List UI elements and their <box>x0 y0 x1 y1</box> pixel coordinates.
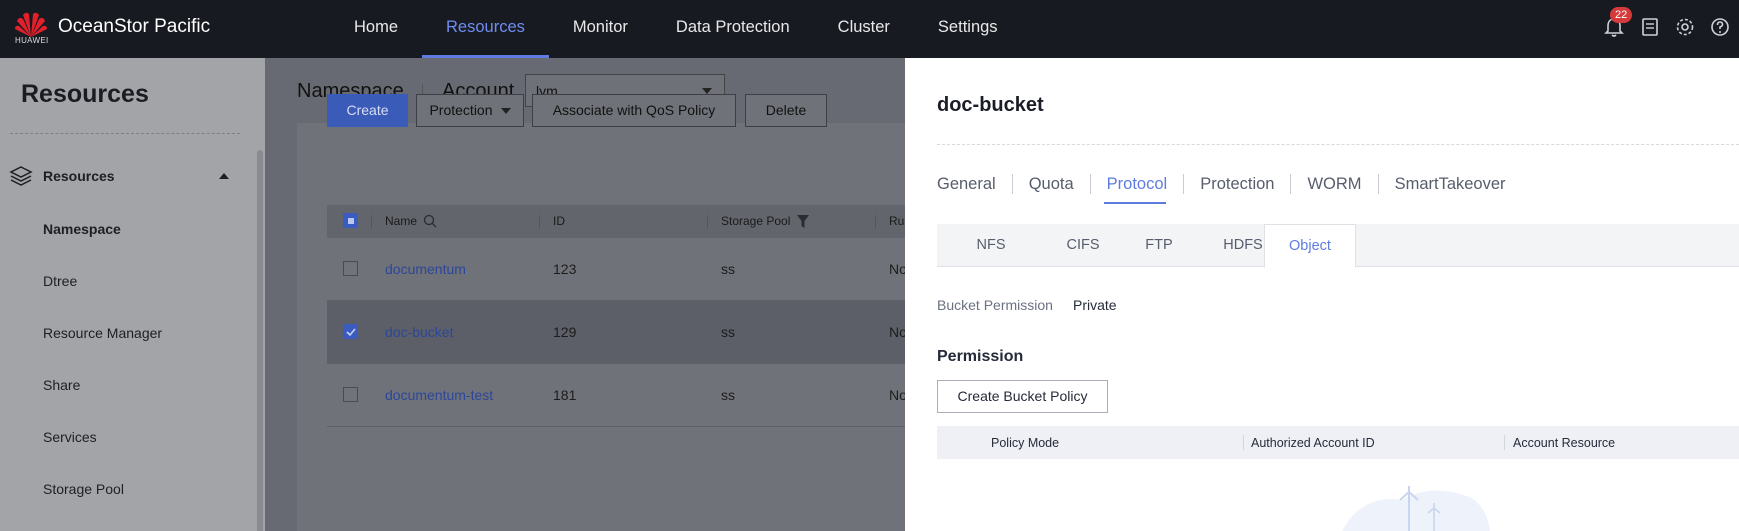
row-storage-pool: ss <box>721 324 735 340</box>
table-header: Name ID Storage Pool Ru <box>327 205 907 238</box>
detail-drawer: doc-bucket General Quota Protocol Protec… <box>905 58 1739 531</box>
chevron-down-icon <box>500 108 511 115</box>
column-separator <box>875 215 876 229</box>
column-separator <box>707 215 708 229</box>
app-title: OceanStor Pacific <box>58 16 211 37</box>
column-account-resource[interactable]: Account Resource <box>1513 436 1615 450</box>
delete-button[interactable]: Delete <box>745 94 827 127</box>
sidebar-divider <box>10 133 240 134</box>
row-checkbox[interactable] <box>343 261 358 276</box>
filter-icon[interactable] <box>797 215 809 228</box>
gear-icon[interactable] <box>1674 16 1696 38</box>
row-id: 129 <box>553 324 577 340</box>
protocol-tab-nfs[interactable]: NFS <box>937 224 1045 267</box>
row-storage-pool: ss <box>721 387 735 403</box>
associate-qos-button[interactable]: Associate with QoS Policy <box>532 94 736 127</box>
row-name-link[interactable]: documentum <box>385 261 466 277</box>
column-authorized-account-id[interactable]: Authorized Account ID <box>1251 436 1375 450</box>
row-storage-pool: ss <box>721 261 735 277</box>
table-row-selected[interactable]: doc-bucket 129 ss No <box>327 301 907 364</box>
sidebar: Resources Resources Namespace Dtree Reso… <box>0 58 265 531</box>
sidebar-item-resource-manager[interactable]: Resource Manager <box>43 325 162 341</box>
main-nav: Home Resources Monitor Data Protection C… <box>330 0 1022 58</box>
sidebar-group-resources[interactable]: Resources <box>0 158 255 194</box>
nav-resources[interactable]: Resources <box>422 0 549 58</box>
protocol-tab-object[interactable]: Object <box>1264 224 1356 268</box>
tab-protocol[interactable]: Protocol <box>1107 174 1185 194</box>
sidebar-item-namespace[interactable]: Namespace <box>43 221 121 237</box>
chevron-up-icon[interactable] <box>219 172 229 179</box>
drawer-tabs: General Quota Protocol Protection WORM S… <box>937 174 1538 202</box>
sidebar-item-dtree[interactable]: Dtree <box>43 273 77 289</box>
column-id[interactable]: ID <box>553 214 565 228</box>
column-separator <box>371 215 372 229</box>
sidebar-scrollbar[interactable] <box>257 150 263 531</box>
tab-smarttakeover[interactable]: SmartTakeover <box>1395 174 1522 194</box>
company-name: HUAWEI <box>15 36 49 45</box>
sidebar-item-storage-pool[interactable]: Storage Pool <box>43 481 124 497</box>
row-checkbox[interactable] <box>343 387 358 402</box>
tab-quota[interactable]: Quota <box>1029 174 1091 194</box>
notification-badge: 22 <box>1610 7 1633 23</box>
column-policy-mode[interactable]: Policy Mode <box>991 436 1059 450</box>
tab-general[interactable]: General <box>937 174 1013 194</box>
empty-state-illustration <box>1342 486 1490 531</box>
column-separator <box>539 215 540 229</box>
bucket-permission-label: Bucket Permission <box>937 297 1053 313</box>
indeterminate-mark <box>348 218 354 224</box>
select-all-checkbox[interactable] <box>343 213 358 228</box>
active-tab-underline <box>1104 202 1166 204</box>
nav-monitor[interactable]: Monitor <box>549 0 652 58</box>
sidebar-item-share[interactable]: Share <box>43 377 80 393</box>
row-name-link[interactable]: documentum-test <box>385 387 493 403</box>
drawer-title: doc-bucket <box>937 94 1044 116</box>
tab-protection[interactable]: Protection <box>1200 174 1292 194</box>
layers-icon <box>9 166 33 186</box>
tab-worm[interactable]: WORM <box>1307 174 1379 194</box>
column-storage-pool[interactable]: Storage Pool <box>721 214 790 228</box>
column-separator <box>1243 435 1244 450</box>
nav-settings[interactable]: Settings <box>914 0 1022 58</box>
protection-dropdown[interactable]: Protection <box>416 94 524 127</box>
row-id: 123 <box>553 261 577 277</box>
protocol-tabs: NFS CIFS FTP HDFS Object <box>937 224 1739 268</box>
nav-data-protection[interactable]: Data Protection <box>652 0 814 58</box>
permission-section-title: Permission <box>937 348 1024 365</box>
column-separator <box>1504 435 1505 450</box>
document-icon[interactable] <box>1639 16 1661 38</box>
column-name[interactable]: Name <box>385 214 417 228</box>
column-truncated[interactable]: Ru <box>889 214 904 228</box>
sidebar-item-services[interactable]: Services <box>43 429 97 445</box>
nav-cluster[interactable]: Cluster <box>814 0 914 58</box>
bucket-permission-value: Private <box>1073 297 1117 313</box>
sidebar-group-label: Resources <box>43 168 115 184</box>
help-icon[interactable] <box>1709 16 1731 38</box>
nav-home[interactable]: Home <box>330 0 422 58</box>
row-name-link[interactable]: doc-bucket <box>385 324 453 340</box>
protocol-tab-ftp[interactable]: FTP <box>1121 224 1197 267</box>
checkmark-icon <box>346 328 356 337</box>
protocol-tab-cifs[interactable]: CIFS <box>1045 224 1121 267</box>
table-row[interactable]: documentum-test 181 ss No <box>327 364 907 427</box>
row-id: 181 <box>553 387 577 403</box>
sidebar-title: Resources <box>21 80 149 108</box>
top-bar: HUAWEI OceanStor Pacific Home Resources … <box>0 0 1739 58</box>
table-row[interactable]: documentum 123 ss No <box>327 238 907 301</box>
drawer-divider <box>937 144 1739 145</box>
create-button[interactable]: Create <box>327 94 408 127</box>
protection-label: Protection <box>429 102 493 118</box>
search-icon[interactable] <box>423 214 437 228</box>
row-checkbox-checked[interactable] <box>343 324 358 339</box>
create-bucket-policy-button[interactable]: Create Bucket Policy <box>937 380 1108 413</box>
policy-table-header: Policy Mode Authorized Account ID Accoun… <box>937 426 1739 459</box>
